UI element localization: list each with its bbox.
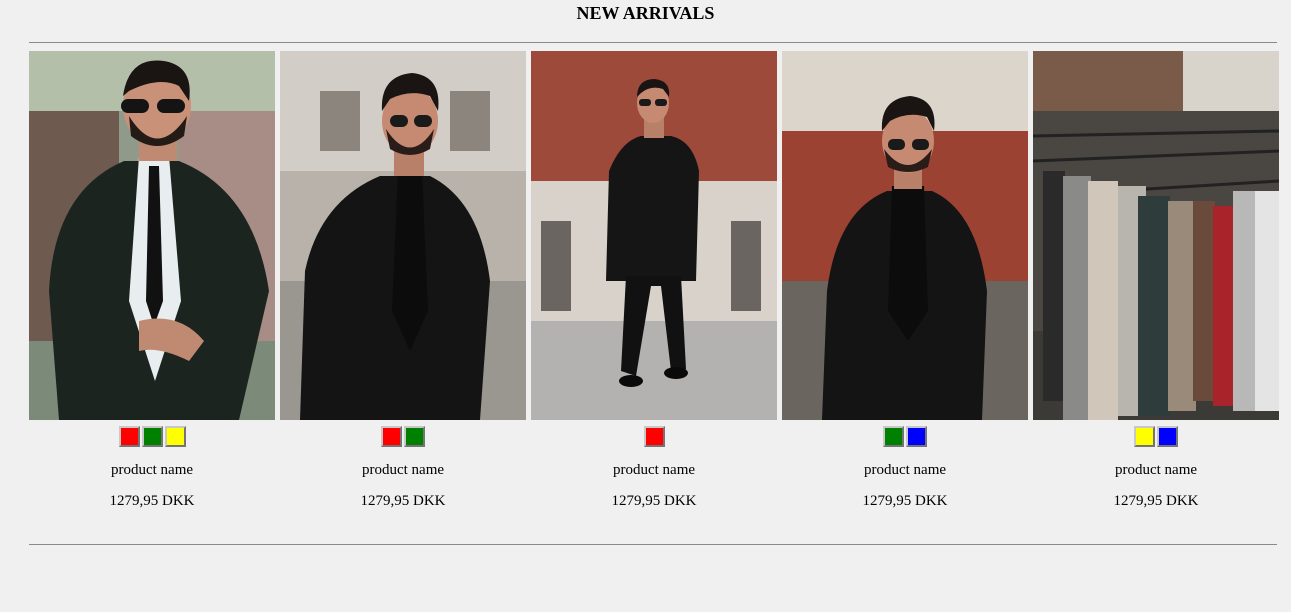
product-card[interactable]: product name 1279,95 DKK [280, 51, 526, 510]
color-swatch-red[interactable] [643, 426, 665, 447]
product-name[interactable]: product name [29, 462, 275, 479]
color-swatch-yellow[interactable] [1134, 426, 1155, 447]
product-name[interactable]: product name [1033, 462, 1279, 479]
product-card[interactable]: product name 1279,95 DKK [782, 51, 1028, 510]
product-price: 1279,95 DKK [862, 493, 948, 509]
product-card[interactable]: product name 1279,95 DKK [531, 51, 777, 510]
product-card[interactable]: product name 1279,95 DKK [29, 51, 275, 510]
product-grid: product name 1279,95 DKK product name 12… [29, 51, 1279, 510]
color-swatch-green[interactable] [141, 426, 163, 447]
color-swatch-red[interactable] [381, 426, 402, 447]
section-title: NEW ARRIVALS [576, 3, 715, 23]
product-image[interactable] [280, 51, 526, 420]
product-price: 1279,95 DKK [109, 493, 195, 509]
product-name[interactable]: product name [782, 462, 1028, 479]
product-image[interactable] [531, 51, 777, 420]
product-image[interactable] [29, 51, 275, 420]
color-swatches [531, 426, 777, 450]
product-price: 1279,95 DKK [360, 493, 446, 509]
color-swatches [1033, 426, 1279, 450]
bottom-divider [29, 544, 1277, 545]
product-price: 1279,95 DKK [1113, 493, 1199, 509]
color-swatches [782, 426, 1028, 450]
color-swatch-blue[interactable] [1157, 426, 1178, 447]
color-swatch-yellow[interactable] [164, 426, 186, 447]
color-swatch-red[interactable] [118, 426, 140, 447]
product-name[interactable]: product name [280, 462, 526, 479]
product-card[interactable]: product name 1279,95 DKK [1033, 51, 1279, 510]
product-image[interactable] [1033, 51, 1279, 420]
color-swatches [29, 426, 275, 450]
product-image[interactable] [782, 51, 1028, 420]
top-divider [29, 42, 1277, 43]
color-swatch-blue[interactable] [906, 426, 927, 447]
color-swatch-green[interactable] [883, 426, 904, 447]
product-price: 1279,95 DKK [611, 493, 697, 509]
product-name[interactable]: product name [531, 462, 777, 479]
color-swatches [280, 426, 526, 450]
color-swatch-green[interactable] [404, 426, 425, 447]
